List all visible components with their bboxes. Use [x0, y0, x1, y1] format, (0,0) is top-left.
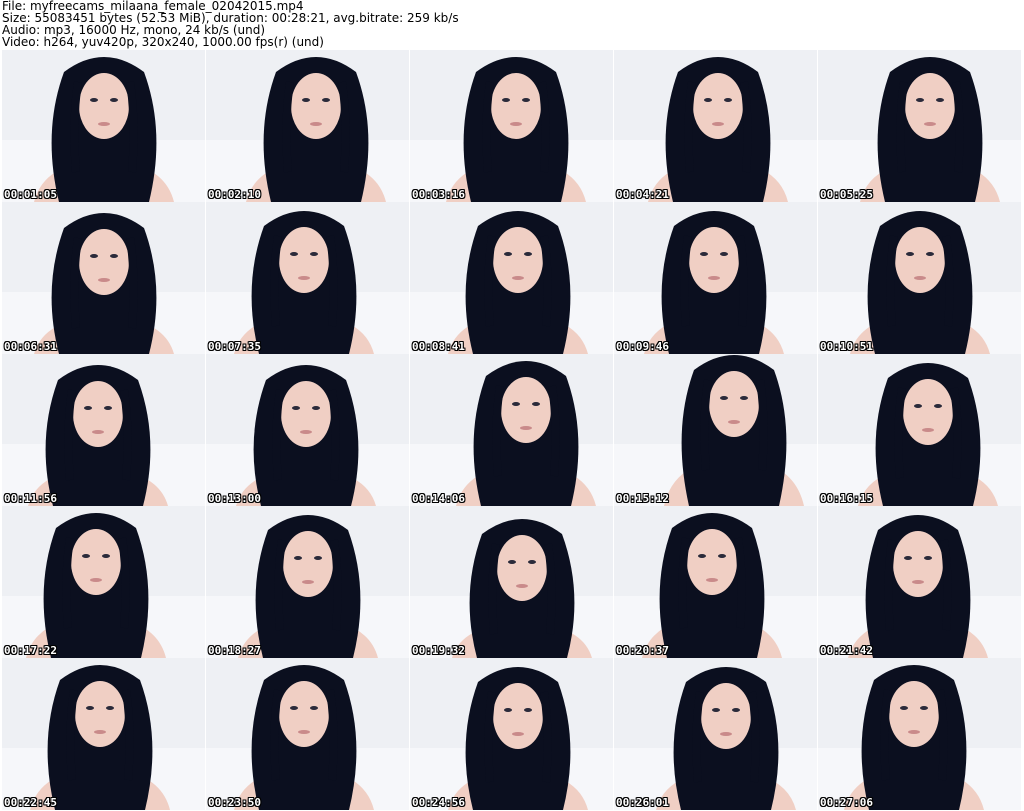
file-info-header: File: myfreecams_milaana_female_02042015…	[2, 0, 1020, 48]
frame-image	[2, 506, 205, 658]
frame-image	[818, 202, 1021, 354]
frame-timestamp: 00:24:56	[412, 796, 465, 809]
frame-timestamp: 00:20:37	[616, 644, 669, 657]
video-frame-thumbnail: 00:02:10	[206, 50, 409, 202]
frame-timestamp: 00:04:21	[616, 188, 669, 201]
frame-timestamp: 00:07:35	[208, 340, 261, 353]
video-frame-thumbnail: 00:17:22	[2, 506, 205, 658]
frame-timestamp: 00:19:32	[412, 644, 465, 657]
frame-timestamp: 00:05:25	[820, 188, 873, 201]
frame-image	[410, 202, 613, 354]
frame-image	[818, 354, 1021, 506]
frame-timestamp: 00:15:12	[616, 492, 669, 505]
frame-timestamp: 00:14:06	[412, 492, 465, 505]
frame-timestamp: 00:26:01	[616, 796, 669, 809]
frame-image	[410, 354, 613, 506]
video-info-line: Video: h264, yuv420p, 320x240, 1000.00 f…	[2, 35, 324, 49]
frame-image	[614, 658, 817, 810]
video-frame-thumbnail: 00:08:41	[410, 202, 613, 354]
frame-image	[2, 202, 205, 354]
frame-image	[614, 506, 817, 658]
frame-timestamp: 00:22:45	[4, 796, 57, 809]
frame-timestamp: 00:23:50	[208, 796, 261, 809]
frame-image	[2, 354, 205, 506]
video-frame-thumbnail: 00:01:05	[2, 50, 205, 202]
frame-image	[818, 658, 1021, 810]
video-frame-thumbnail: 00:06:31	[2, 202, 205, 354]
video-frame-thumbnail: 00:15:12	[614, 354, 817, 506]
thumbnail-grid: 00:01:05 00:02:10 00:03:16 00:04:21 00:05:25…	[2, 50, 1022, 811]
frame-image	[206, 354, 409, 506]
frame-image	[818, 50, 1021, 202]
video-frame-thumbnail: 00:09:46	[614, 202, 817, 354]
frame-timestamp: 00:27:06	[820, 796, 873, 809]
frame-timestamp: 00:09:46	[616, 340, 669, 353]
frame-image	[206, 658, 409, 810]
video-frame-thumbnail: 00:07:35	[206, 202, 409, 354]
frame-image	[206, 506, 409, 658]
frame-timestamp: 00:10:51	[820, 340, 873, 353]
frame-image	[410, 50, 613, 202]
video-frame-thumbnail: 00:18:27	[206, 506, 409, 658]
video-frame-thumbnail: 00:03:16	[410, 50, 613, 202]
video-frame-thumbnail: 00:21:42	[818, 506, 1021, 658]
frame-timestamp: 00:21:42	[820, 644, 873, 657]
frame-timestamp: 00:13:00	[208, 492, 261, 505]
frame-timestamp: 00:02:10	[208, 188, 261, 201]
video-frame-thumbnail: 00:24:56	[410, 658, 613, 810]
frame-image	[206, 50, 409, 202]
frame-timestamp: 00:01:05	[4, 188, 57, 201]
video-frame-thumbnail: 00:10:51	[818, 202, 1021, 354]
frame-image	[410, 506, 613, 658]
frame-image	[2, 658, 205, 810]
video-frame-thumbnail: 00:27:06	[818, 658, 1021, 810]
video-frame-thumbnail: 00:16:15	[818, 354, 1021, 506]
video-frame-thumbnail: 00:22:45	[2, 658, 205, 810]
video-frame-thumbnail: 00:05:25	[818, 50, 1021, 202]
frame-timestamp: 00:08:41	[412, 340, 465, 353]
video-frame-thumbnail: 00:04:21	[614, 50, 817, 202]
frame-timestamp: 00:11:56	[4, 492, 57, 505]
frame-image	[614, 202, 817, 354]
frame-image	[614, 354, 817, 506]
frame-timestamp: 00:03:16	[412, 188, 465, 201]
frame-timestamp: 00:16:15	[820, 492, 873, 505]
video-frame-thumbnail: 00:11:56	[2, 354, 205, 506]
video-frame-thumbnail: 00:23:50	[206, 658, 409, 810]
frame-image	[2, 50, 205, 202]
frame-image	[410, 658, 613, 810]
frame-timestamp: 00:17:22	[4, 644, 57, 657]
frame-timestamp: 00:06:31	[4, 340, 57, 353]
video-frame-thumbnail: 00:19:32	[410, 506, 613, 658]
frame-image	[614, 50, 817, 202]
frame-image	[206, 202, 409, 354]
video-frame-thumbnail: 00:13:00	[206, 354, 409, 506]
frame-image	[818, 506, 1021, 658]
video-frame-thumbnail: 00:20:37	[614, 506, 817, 658]
video-frame-thumbnail: 00:14:06	[410, 354, 613, 506]
video-frame-thumbnail: 00:26:01	[614, 658, 817, 810]
frame-timestamp: 00:18:27	[208, 644, 261, 657]
